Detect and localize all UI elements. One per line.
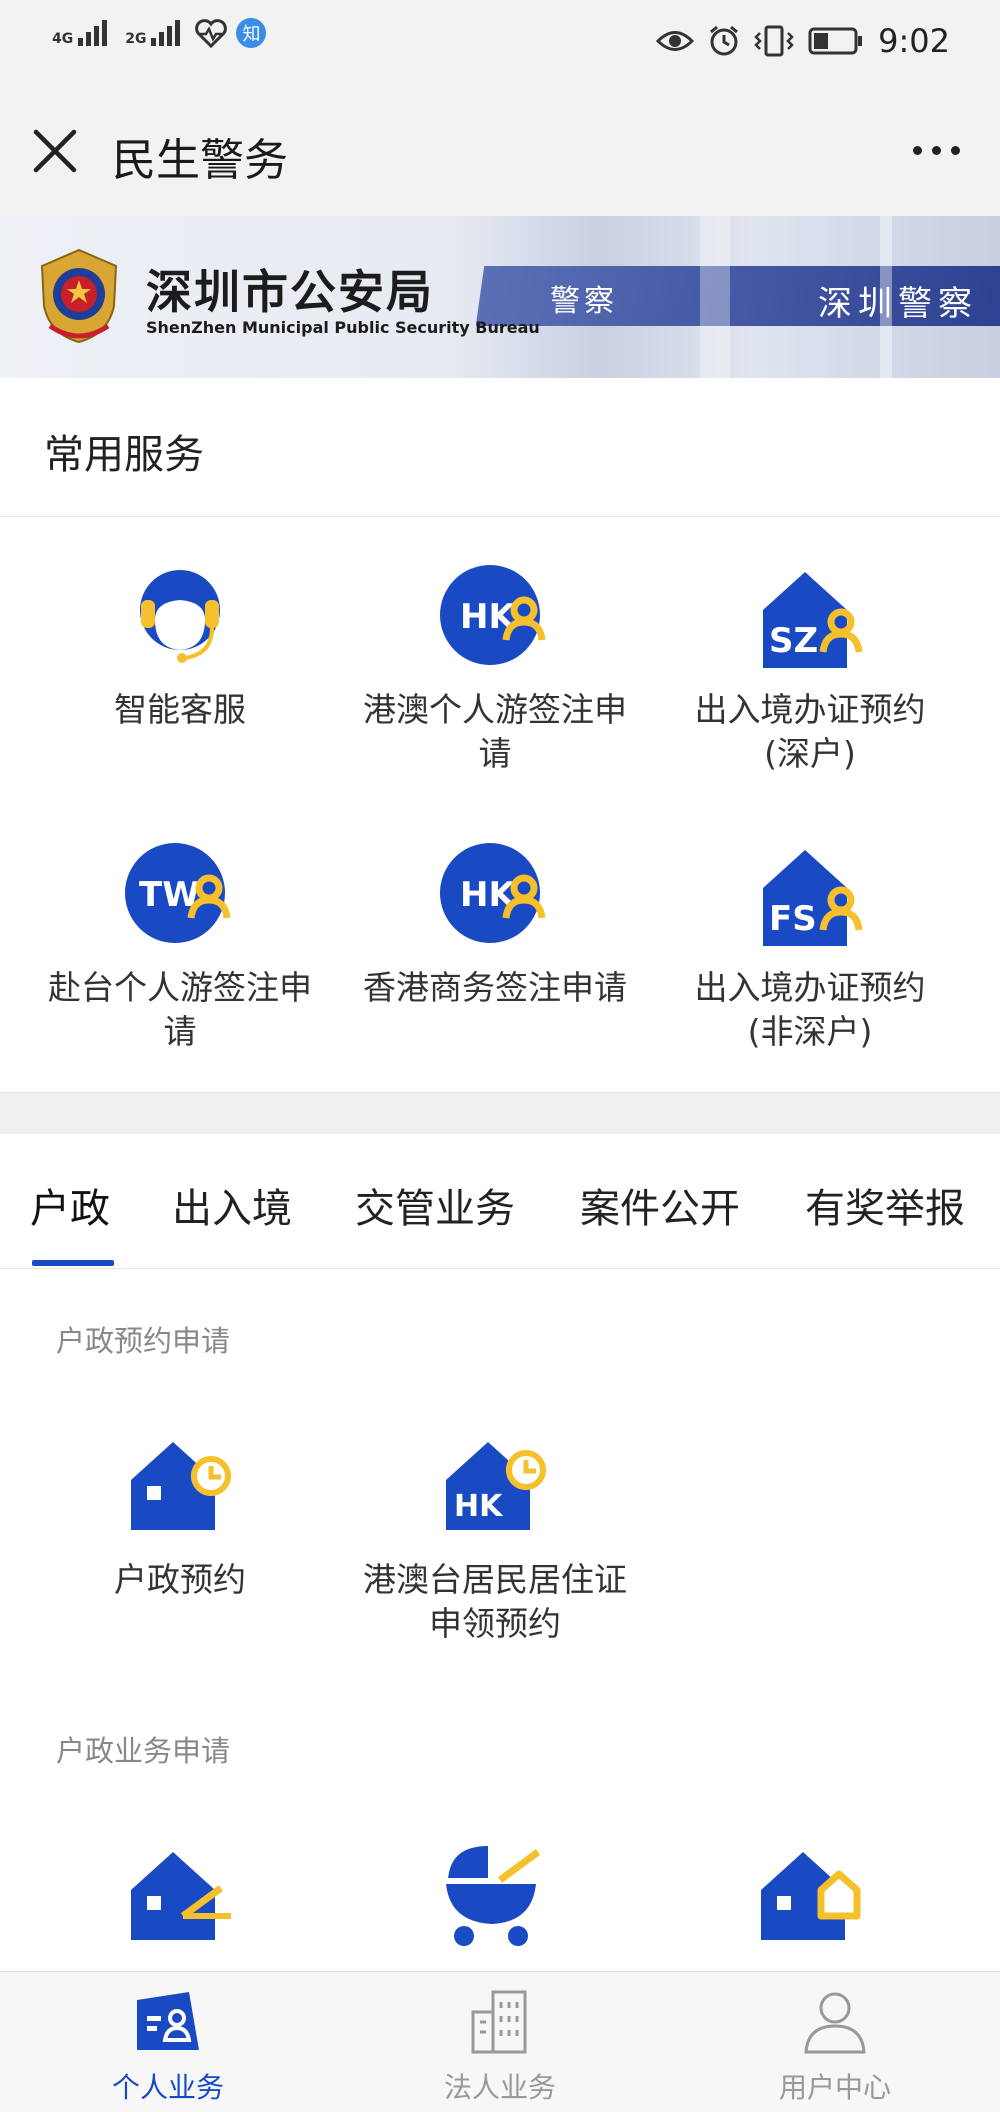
banner-stripe-text-1: 警察 bbox=[550, 284, 618, 319]
network-type-1: 4G bbox=[52, 31, 74, 47]
svg-text:SZ: SZ bbox=[769, 621, 818, 661]
tab-reward-report[interactable]: 有奖举报 bbox=[805, 1176, 965, 1234]
service-label: 香港商务签注申请 bbox=[363, 968, 627, 1007]
tab-household[interactable]: 户政 bbox=[30, 1176, 110, 1234]
service-exit-entry-sz[interactable]: SZ 出入境办证预约 (深户) bbox=[660, 560, 960, 776]
nav-bar: 民生警务 bbox=[0, 86, 1000, 217]
service-label: 户政预约 bbox=[114, 1560, 246, 1599]
hk-house-clock-icon: HK bbox=[446, 1442, 546, 1530]
page-title: 民生警务 bbox=[112, 135, 288, 186]
service-label-2: (非深户) bbox=[747, 1012, 873, 1051]
house-pen-icon bbox=[131, 1852, 231, 1940]
active-tab-indicator bbox=[32, 1260, 114, 1266]
house-clock-icon bbox=[131, 1442, 231, 1530]
bottom-tab-label: 用户中心 bbox=[778, 2071, 891, 2104]
service-label-2: (深户) bbox=[764, 734, 856, 773]
network-type-2: 2G bbox=[125, 31, 147, 47]
service-label: 出入境办证预约 bbox=[694, 968, 926, 1007]
building-icon bbox=[471, 1990, 527, 2054]
section-divider bbox=[0, 1092, 1000, 1136]
clock-time: 9:02 bbox=[878, 22, 950, 60]
headset-agent-icon bbox=[140, 570, 220, 663]
battery-icon bbox=[808, 27, 863, 55]
bureau-name-en: ShenZhen Municipal Public Security Burea… bbox=[146, 318, 540, 337]
fs-house-person-icon: FS bbox=[763, 850, 863, 946]
bureau-name-cn: 深圳市公安局 bbox=[146, 265, 434, 319]
signal-2g-icon: 2G bbox=[125, 20, 181, 47]
service-hk-business-visa[interactable]: HK 香港商务签注申请 bbox=[345, 838, 645, 1010]
status-bar: 4G 2G 知 9:02 bbox=[0, 0, 1000, 86]
service-exit-entry-non-sz[interactable]: FS 出入境办证预约 (非深户) bbox=[660, 838, 960, 1054]
service-household-business-3[interactable] bbox=[660, 1840, 960, 1954]
category-tabs: 户政 出入境 交管业务 案件公开 有奖举报 bbox=[0, 1134, 1000, 1269]
close-icon[interactable] bbox=[30, 126, 80, 176]
status-left: 4G 2G 知 bbox=[52, 18, 267, 48]
vibrate-icon bbox=[754, 25, 794, 57]
personal-card-icon bbox=[137, 1992, 199, 2050]
baby-stroller-icon bbox=[446, 1846, 541, 1946]
service-label-2: 请 bbox=[163, 1012, 197, 1051]
zhihu-badge-icon: 知 bbox=[236, 18, 267, 48]
tab-traffic[interactable]: 交管业务 bbox=[355, 1176, 515, 1234]
sz-house-person-icon: SZ bbox=[763, 572, 863, 668]
service-household-appointment[interactable]: 户政预约 bbox=[30, 1430, 330, 1602]
service-label: 出入境办证预约 bbox=[694, 690, 926, 729]
bureau-banner: 警察 深圳警察 深圳市公安局 ShenZhen Municipal Public… bbox=[0, 216, 1000, 378]
service-hk-macau-visa[interactable]: HK 港澳个人游签注申 请 bbox=[345, 560, 645, 776]
svg-text:FS: FS bbox=[769, 899, 817, 939]
house-home-icon bbox=[761, 1852, 861, 1940]
bottom-tab-label: 法人业务 bbox=[443, 2071, 556, 2104]
alarm-icon bbox=[710, 25, 739, 56]
common-services-title: 常用服务 bbox=[44, 432, 204, 478]
service-label-2: 请 bbox=[478, 734, 512, 773]
bottom-tab-user-center[interactable]: 用户中心 bbox=[735, 1986, 935, 2106]
service-label: 港澳个人游签注申 bbox=[363, 690, 627, 729]
common-services-header: 常用服务 bbox=[0, 378, 1000, 517]
tab-exit-entry[interactable]: 出入境 bbox=[172, 1176, 292, 1234]
service-label: 智能客服 bbox=[114, 690, 246, 729]
business-section-title: 户政业务申请 bbox=[56, 1734, 231, 1768]
eye-icon bbox=[656, 31, 695, 51]
service-smart-support[interactable]: 智能客服 bbox=[30, 560, 330, 732]
svg-text:HK: HK bbox=[454, 1489, 504, 1524]
bottom-tab-personal[interactable]: 个人业务 bbox=[68, 1986, 268, 2106]
bottom-tab-bar: 个人业务 法人业务 用户中心 bbox=[0, 1971, 1000, 2112]
tw-person-icon: TW bbox=[125, 843, 231, 943]
service-residence-permit-appointment[interactable]: HK 港澳台居民居住证 申领预约 bbox=[345, 1430, 645, 1646]
signal-4g-icon: 4G bbox=[52, 20, 108, 47]
tab-case-public[interactable]: 案件公开 bbox=[580, 1176, 740, 1234]
heart-rate-icon bbox=[195, 19, 228, 48]
service-household-business-1[interactable] bbox=[30, 1840, 330, 1954]
hk-person-icon: HK bbox=[440, 565, 546, 665]
banner-stripe-text-2: 深圳警察 bbox=[818, 284, 978, 324]
status-right: 9:02 bbox=[656, 22, 950, 60]
more-options-icon[interactable] bbox=[913, 146, 960, 155]
appointment-section-title: 户政预约申请 bbox=[56, 1324, 231, 1358]
service-household-business-2[interactable] bbox=[345, 1840, 645, 1954]
service-taiwan-visa[interactable]: TW 赴台个人游签注申 请 bbox=[30, 838, 330, 1054]
service-label: 港澳台居民居住证 bbox=[363, 1560, 627, 1599]
bottom-tab-corporate[interactable]: 法人业务 bbox=[400, 1986, 600, 2106]
bottom-tab-label: 个人业务 bbox=[111, 2071, 224, 2104]
service-label: 赴台个人游签注申 bbox=[48, 968, 312, 1007]
hk-person-icon: HK bbox=[440, 843, 546, 943]
user-icon bbox=[804, 1992, 866, 2054]
police-emblem-icon bbox=[40, 248, 118, 344]
service-label-2: 申领预约 bbox=[429, 1604, 561, 1643]
